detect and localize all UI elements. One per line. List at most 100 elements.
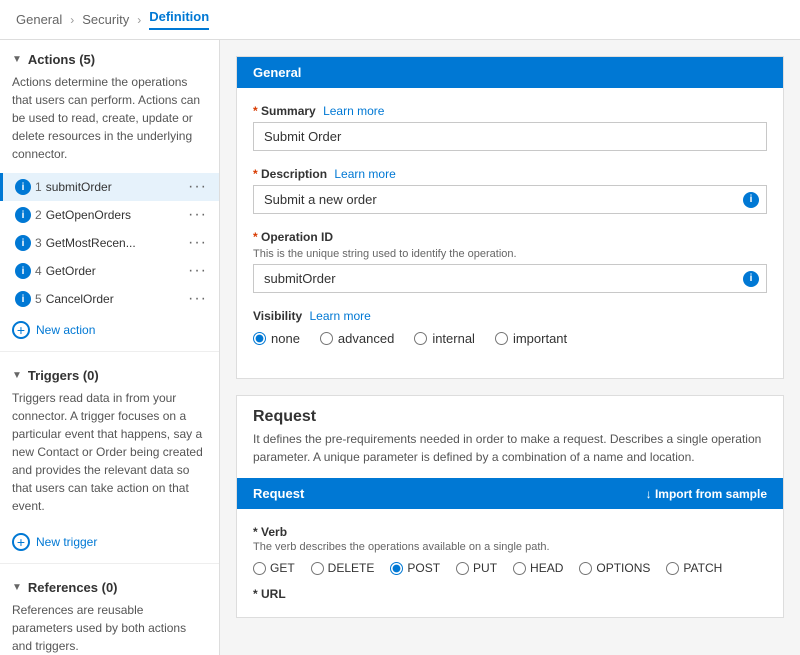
breadcrumb-definition[interactable]: Definition <box>149 9 209 30</box>
breadcrumb: General › Security › Definition <box>0 0 800 40</box>
visibility-label: Visibility Learn more <box>253 309 767 323</box>
triggers-section-header[interactable]: ▼ Triggers (0) <box>0 356 219 389</box>
visibility-none-radio[interactable] <box>253 332 266 345</box>
verb-options-radio[interactable] <box>579 562 592 575</box>
request-section: Request It defines the pre-requirements … <box>236 395 784 618</box>
divider-1 <box>0 351 219 352</box>
action-item-cancelorder[interactable]: i 5 CancelOrder ··· <box>0 285 219 313</box>
verb-delete-label: DELETE <box>328 561 375 575</box>
info-icon-2: i <box>15 207 31 223</box>
summary-field-group: * Summary Learn more <box>253 104 767 151</box>
url-label: * URL <box>253 587 767 601</box>
action-dots-1[interactable]: ··· <box>188 178 207 196</box>
action-num-2: 2 <box>35 208 42 222</box>
description-required: * <box>253 167 258 181</box>
info-icon-5: i <box>15 291 31 307</box>
triggers-description: Triggers read data in from your connecto… <box>0 389 219 525</box>
visibility-important-option[interactable]: important <box>495 331 567 346</box>
verb-options-label: OPTIONS <box>596 561 650 575</box>
verb-put-radio[interactable] <box>456 562 469 575</box>
verb-patch-radio[interactable] <box>666 562 679 575</box>
summary-input[interactable] <box>253 122 767 151</box>
operation-id-label: * Operation ID <box>253 230 767 244</box>
visibility-internal-option[interactable]: internal <box>414 331 475 346</box>
description-input[interactable] <box>253 185 767 214</box>
visibility-none-label: none <box>271 331 300 346</box>
visibility-advanced-option[interactable]: advanced <box>320 331 394 346</box>
visibility-label-text: Visibility <box>253 309 302 323</box>
verb-get-radio[interactable] <box>253 562 266 575</box>
summary-learn-more-link[interactable]: Learn more <box>323 104 384 118</box>
references-chevron-icon: ▼ <box>12 582 22 593</box>
action-dots-2[interactable]: ··· <box>188 206 207 224</box>
plus-icon-trigger: + <box>12 533 30 551</box>
verb-patch-option[interactable]: PATCH <box>666 561 722 575</box>
summary-required: * <box>253 104 258 118</box>
new-trigger-button[interactable]: + New trigger <box>0 525 219 559</box>
action-num-5: 5 <box>35 292 42 306</box>
verb-delete-option[interactable]: DELETE <box>311 561 375 575</box>
action-name-4: GetOrder <box>46 264 184 278</box>
visibility-field-group: Visibility Learn more none advanced <box>253 309 767 346</box>
action-item-getmostrecen[interactable]: i 3 GetMostRecen... ··· <box>0 229 219 257</box>
general-card-body: * Summary Learn more * Description Learn… <box>237 88 783 378</box>
description-learn-more-link[interactable]: Learn more <box>334 167 395 181</box>
divider-2 <box>0 563 219 564</box>
visibility-learn-more-link[interactable]: Learn more <box>309 309 370 323</box>
verb-post-option[interactable]: POST <box>390 561 440 575</box>
visibility-advanced-radio[interactable] <box>320 332 333 345</box>
verb-put-option[interactable]: PUT <box>456 561 497 575</box>
operation-id-label-text: Operation ID <box>261 230 333 244</box>
action-item-getopenorders[interactable]: i 2 GetOpenOrders ··· <box>0 201 219 229</box>
new-action-label: New action <box>36 323 95 337</box>
operation-id-input[interactable] <box>253 264 767 293</box>
visibility-internal-label: internal <box>432 331 475 346</box>
verb-post-label: POST <box>407 561 440 575</box>
action-dots-5[interactable]: ··· <box>188 290 207 308</box>
actions-chevron-icon: ▼ <box>12 54 22 65</box>
import-from-sample-button[interactable]: ↓ Import from sample <box>646 487 767 501</box>
verb-put-label: PUT <box>473 561 497 575</box>
action-dots-4[interactable]: ··· <box>188 262 207 280</box>
verb-get-option[interactable]: GET <box>253 561 295 575</box>
breadcrumb-sep-2: › <box>137 13 141 27</box>
sidebar: ▼ Actions (5) Actions determine the oper… <box>0 40 220 655</box>
request-header-label: Request <box>253 486 304 501</box>
verb-options-option[interactable]: OPTIONS <box>579 561 650 575</box>
verb-head-label: HEAD <box>530 561 563 575</box>
action-item-getorder[interactable]: i 4 GetOrder ··· <box>0 257 219 285</box>
request-body: * Verb The verb describes the operations… <box>237 509 783 617</box>
plus-icon-action: + <box>12 321 30 339</box>
verb-delete-radio[interactable] <box>311 562 324 575</box>
general-card: General * Summary Learn more * Descripti <box>236 56 784 379</box>
actions-description: Actions determine the operations that us… <box>0 73 219 173</box>
description-field-group: * Description Learn more i <box>253 167 767 214</box>
actions-section-header[interactable]: ▼ Actions (5) <box>0 40 219 73</box>
verb-post-radio[interactable] <box>390 562 403 575</box>
verb-label: * Verb <box>253 525 767 539</box>
triggers-chevron-icon: ▼ <box>12 370 22 381</box>
breadcrumb-general[interactable]: General <box>16 12 62 27</box>
visibility-none-option[interactable]: none <box>253 331 300 346</box>
summary-label-text: Summary <box>261 104 316 118</box>
action-item-submitorder[interactable]: i 1 submitOrder ··· <box>0 173 219 201</box>
new-action-button[interactable]: + New action <box>0 313 219 347</box>
action-name-5: CancelOrder <box>46 292 184 306</box>
references-title: References (0) <box>28 580 118 595</box>
action-num-3: 3 <box>35 236 42 250</box>
references-section-header[interactable]: ▼ References (0) <box>0 568 219 601</box>
visibility-important-radio[interactable] <box>495 332 508 345</box>
visibility-internal-radio[interactable] <box>414 332 427 345</box>
description-label: * Description Learn more <box>253 167 767 181</box>
verb-head-option[interactable]: HEAD <box>513 561 563 575</box>
verb-options: GET DELETE POST PUT <box>253 561 767 575</box>
action-dots-3[interactable]: ··· <box>188 234 207 252</box>
action-list: i 1 submitOrder ··· i 2 GetOpenOrders ··… <box>0 173 219 313</box>
visibility-radio-group: none advanced internal important <box>253 331 767 346</box>
operation-id-info-icon[interactable]: i <box>743 271 759 287</box>
breadcrumb-security[interactable]: Security <box>82 12 129 27</box>
description-info-icon[interactable]: i <box>743 192 759 208</box>
visibility-important-label: important <box>513 331 567 346</box>
verb-head-radio[interactable] <box>513 562 526 575</box>
action-name-3: GetMostRecen... <box>46 236 184 250</box>
